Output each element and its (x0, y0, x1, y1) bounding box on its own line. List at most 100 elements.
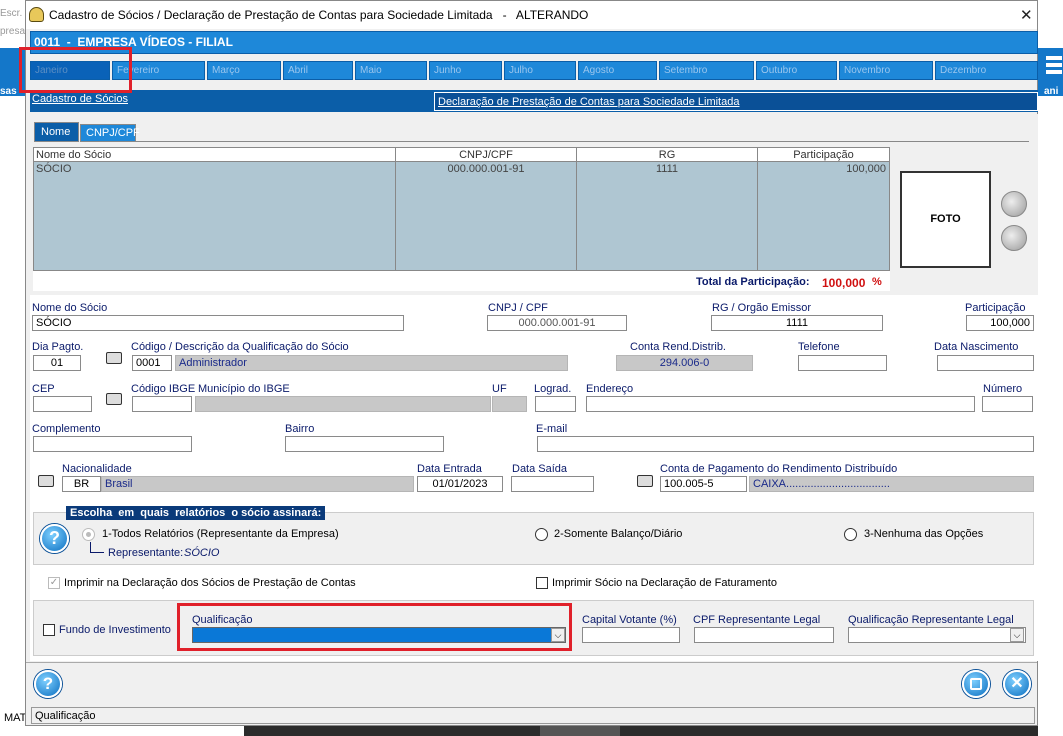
printer-icon[interactable] (106, 352, 122, 364)
codigo-field[interactable]: 0001 (132, 355, 172, 371)
complemento-label: Complemento (32, 423, 101, 435)
nome-field[interactable]: SÓCIO (32, 315, 404, 331)
conta-pag-desc-field: CAIXA.................................. (749, 476, 1034, 492)
col-header-cnpj[interactable]: CNPJ/CPF (396, 149, 576, 161)
tab-month-8[interactable]: Agosto (578, 61, 657, 80)
nascimento-label: Data Nascimento (934, 341, 1019, 353)
cell-participacao: 100,000 (846, 163, 886, 175)
nacionalidade-label: Nacionalidade (62, 463, 132, 475)
col-header-rg[interactable]: RG (577, 149, 757, 161)
nacionalidade-code-field[interactable]: BR (62, 476, 101, 492)
cell-rg: 1111 (655, 163, 679, 175)
conta-pag-field[interactable]: 100.005-5 (660, 476, 747, 492)
tab-month-4[interactable]: Abril (283, 61, 353, 80)
entrada-field[interactable]: 01/01/2023 (417, 476, 503, 492)
radio-balanco[interactable] (535, 528, 548, 541)
ibge-field[interactable] (132, 396, 192, 412)
representante-value: SÓCIO (184, 547, 220, 559)
close-button[interactable]: ✕ (1003, 670, 1031, 698)
tab-month-7[interactable]: Julho (504, 61, 576, 80)
bg-text: sas (0, 86, 17, 97)
bairro-label: Bairro (285, 423, 315, 435)
subtab-nome[interactable]: Nome (34, 122, 79, 142)
dia-label: Dia Pagto. (32, 341, 84, 353)
email-label: E-mail (536, 423, 568, 435)
tab-month-3[interactable]: Março (207, 61, 281, 80)
imprimir-decl-label: Imprimir na Declaração dos Sócios de Pre… (64, 577, 356, 589)
uf-label: UF (492, 383, 507, 395)
remove-photo-icon[interactable] (1001, 225, 1027, 251)
bg-text: presa (0, 26, 26, 37)
lograd-label: Lograd. (534, 383, 572, 395)
telefone-label: Telefone (798, 341, 840, 353)
numero-field[interactable] (982, 396, 1033, 412)
fundo-checkbox[interactable] (43, 624, 55, 636)
printer-icon[interactable] (106, 393, 122, 405)
window-close-button[interactable]: ✕ (1020, 6, 1033, 24)
dialog-window: Cadastro de Sócios / Declaração de Prest… (19, 0, 1038, 726)
radio-todos-label: 1-Todos Relatórios (Representante da Emp… (102, 528, 339, 540)
total-value: 100,000 (822, 276, 866, 290)
conta-pag-label: Conta de Pagamento do Rendimento Distrib… (660, 463, 898, 475)
qualif-rep-label: Qualificação Representante Legal (848, 614, 1014, 626)
cpf-rep-field[interactable] (694, 627, 834, 643)
codigo-label: Código / Descrição da Qualificação do Só… (131, 341, 349, 353)
add-photo-icon[interactable] (1001, 191, 1027, 217)
telefone-field[interactable] (798, 355, 887, 371)
cep-field[interactable] (33, 396, 92, 412)
help-icon[interactable]: ? (40, 524, 69, 553)
total-label: Total da Participação: (696, 276, 810, 288)
tab-cadastro-socios[interactable]: Cadastro de Sócios (32, 93, 128, 105)
imprimir-fat-label: Imprimir Sócio na Declaração de Faturame… (552, 577, 777, 589)
tab-month-5[interactable]: Maio (355, 61, 427, 80)
nascimento-field[interactable] (937, 355, 1034, 371)
tab-month-12[interactable]: Dezembro (935, 61, 1038, 80)
relatorios-title: Escolha em quais relatórios o sócio assi… (66, 506, 326, 520)
cell-nome: SÓCIO (36, 163, 72, 175)
bg-text: MAT (4, 712, 27, 724)
lograd-field[interactable] (535, 396, 576, 412)
col-header-nome[interactable]: Nome do Sócio (36, 149, 111, 161)
subtab-cnpj[interactable]: CNPJ/CPF (80, 124, 140, 142)
capital-field[interactable] (582, 627, 680, 643)
tab-month-10[interactable]: Outubro (756, 61, 837, 80)
printer-icon[interactable] (38, 475, 54, 487)
cnpj-field[interactable]: 000.000.001-91 (487, 315, 627, 331)
foto-label: FOTO (930, 213, 961, 225)
radio-nenhuma[interactable] (844, 528, 857, 541)
foto-box[interactable]: FOTO (900, 171, 991, 268)
saida-field[interactable] (511, 476, 594, 492)
rg-field[interactable]: 1111 (711, 315, 883, 331)
bairro-field[interactable] (285, 436, 444, 452)
radio-nenhuma-label: 3-Nenhuma das Opções (864, 528, 984, 540)
nacionalidade-name-field: Brasil (101, 476, 414, 492)
col-header-participacao[interactable]: Participação (758, 149, 889, 161)
imprimir-decl-checkbox[interactable]: ✓ (48, 577, 60, 589)
qualif-rep-select[interactable] (848, 627, 1026, 643)
endereco-label: Endereço (586, 383, 634, 395)
radio-todos[interactable] (82, 528, 95, 541)
window-title: Cadastro de Sócios / Declaração de Prest… (49, 8, 589, 22)
cell-cnpj: 000.000.001-91 (447, 163, 525, 175)
imprimir-fat-checkbox[interactable] (536, 577, 548, 589)
table-row[interactable]: SÓCIO 000.000.001-91 1111 100,000 (34, 163, 889, 177)
tab-declaracao[interactable]: Declaração de Prestação de Contas para S… (434, 92, 1038, 111)
endereco-field[interactable] (586, 396, 975, 412)
dia-field[interactable]: 01 (33, 355, 81, 371)
status-text: Qualificação (35, 710, 96, 722)
app-icon (29, 7, 44, 22)
complemento-field[interactable] (33, 436, 192, 452)
tab-month-9[interactable]: Setembro (659, 61, 754, 80)
printer-icon[interactable] (637, 475, 653, 487)
save-button[interactable] (962, 670, 990, 698)
chevron-down-icon[interactable]: ⌵ (1010, 628, 1024, 642)
municipio-label: Município do IBGE (198, 383, 290, 395)
email-field[interactable] (537, 436, 1034, 452)
tab-month-11[interactable]: Novembro (839, 61, 933, 80)
tab-month-6[interactable]: Junho (429, 61, 502, 80)
participacao-field[interactable]: 100,000 (966, 315, 1034, 331)
status-bar (31, 707, 1035, 724)
rg-label: RG / Orgão Emissor (712, 302, 812, 314)
help-button[interactable]: ? (34, 670, 62, 698)
representante-label: Representante: (108, 547, 184, 559)
